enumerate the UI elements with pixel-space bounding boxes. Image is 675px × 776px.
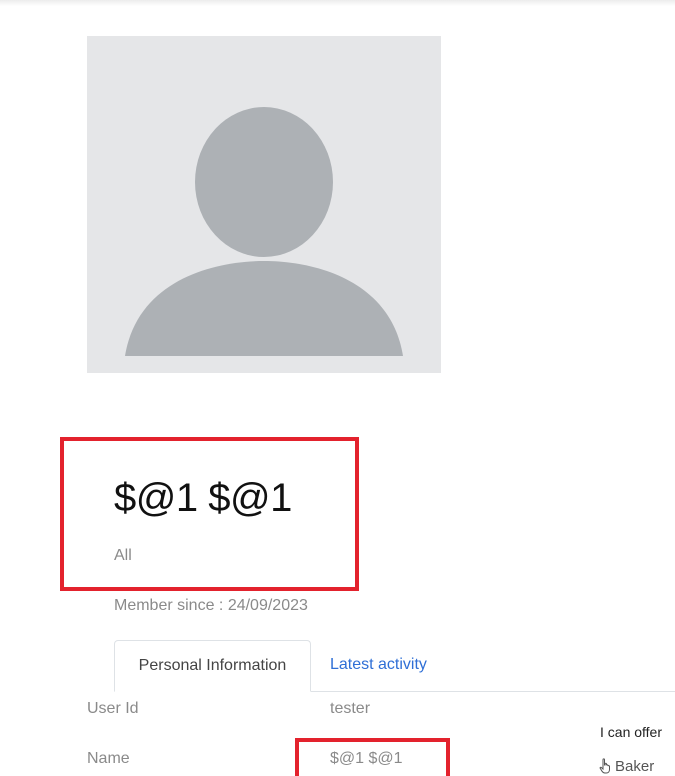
pointing-hand-icon xyxy=(599,758,613,776)
highlight-box-name xyxy=(295,738,450,776)
header-shadow xyxy=(0,0,675,6)
name-label: Name xyxy=(87,750,130,767)
offer-item-label: Baker xyxy=(615,758,655,775)
tab-latest-activity[interactable]: Latest activity xyxy=(330,640,427,692)
member-since: Member since : 24/09/2023 xyxy=(114,597,308,614)
highlight-box-profile xyxy=(60,437,359,591)
user-silhouette-icon xyxy=(125,107,403,356)
offer-item-baker[interactable]: Baker xyxy=(599,757,654,776)
tab-personal-information[interactable]: Personal Information xyxy=(114,640,311,692)
avatar xyxy=(87,36,441,373)
user-id-label: User Id xyxy=(87,700,139,717)
user-id-value: tester xyxy=(330,700,371,717)
profile-page: $@1 $@1 All Member since : 24/09/2023 Pe… xyxy=(0,0,675,776)
offer-heading: I can offer xyxy=(600,724,663,740)
